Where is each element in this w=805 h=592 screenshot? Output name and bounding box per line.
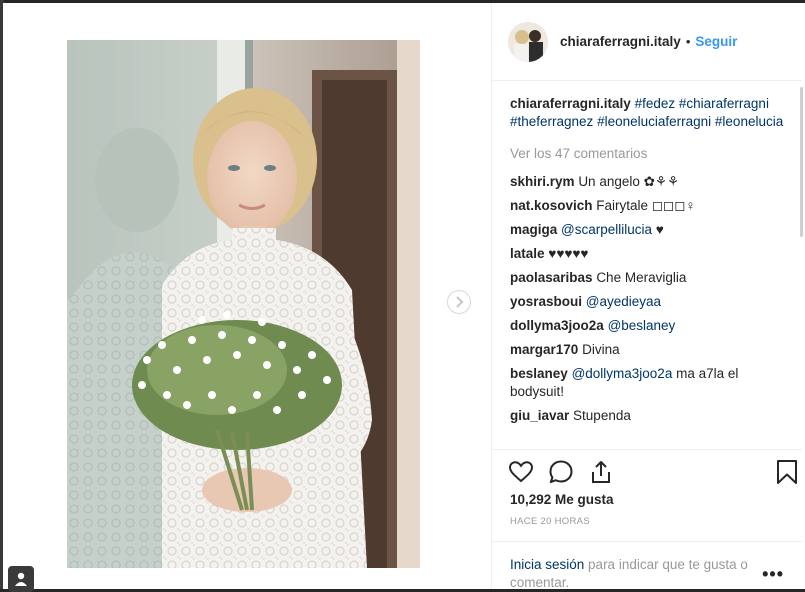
comment-username[interactable]: margar170 xyxy=(510,342,578,357)
comment-item: latale ♥♥♥♥♥ xyxy=(510,245,790,263)
login-link[interactable]: Inicia sesión xyxy=(510,557,584,572)
caption: chiaraferragni.italy #fedez #chiaraferra… xyxy=(510,95,790,131)
more-options-button[interactable]: ••• xyxy=(762,564,784,585)
comment-item: magiga @scarpellilucia ♥ xyxy=(510,221,790,239)
chevron-right-icon xyxy=(456,296,464,308)
comment-username[interactable]: paolasaribas xyxy=(510,270,593,285)
comment-text: ♥♥♥♥♥ xyxy=(548,246,589,261)
comment-mention[interactable]: @scarpellilucia xyxy=(561,222,652,237)
comment-icon[interactable] xyxy=(548,459,574,485)
post-modal: chiaraferragni.italy • Seguir chiaraferr… xyxy=(3,3,805,589)
header-username[interactable]: chiaraferragni.italy xyxy=(560,34,681,49)
comment-text: Un angelo ✿⚘⚘ xyxy=(578,174,680,189)
comment-text: Fairytale ◻◻◻♀ xyxy=(596,198,696,213)
profile-badge-icon[interactable] xyxy=(8,566,34,592)
post-photo[interactable] xyxy=(67,40,420,568)
action-bar xyxy=(492,449,802,489)
comment-mention[interactable]: @beslaney xyxy=(608,318,676,333)
comment-item: nat.kosovich Fairytale ◻◻◻♀ xyxy=(510,197,790,215)
hashtag[interactable]: #leonelucia xyxy=(715,114,783,129)
comments-list[interactable]: chiaraferragni.italy #fedez #chiaraferra… xyxy=(510,95,790,443)
view-all-comments-link[interactable]: Ver los 47 comentarios xyxy=(510,145,790,163)
caption-username[interactable]: chiaraferragni.italy xyxy=(510,96,631,111)
login-prompt: Inicia sesión para indicar que te gusta … xyxy=(492,541,802,589)
comment-username[interactable]: yosrasboui xyxy=(510,294,582,309)
comments-scrollbar[interactable] xyxy=(800,87,803,237)
hashtag[interactable]: #fedez xyxy=(635,96,676,111)
follow-button[interactable]: Seguir xyxy=(695,34,737,49)
login-prompt-text: Inicia sesión para indicar que te gusta … xyxy=(510,556,760,589)
comment-mention[interactable]: @ayedieyaa xyxy=(586,294,661,309)
comment-username[interactable]: latale xyxy=(510,246,545,261)
avatar[interactable] xyxy=(508,21,548,62)
post-header: chiaraferragni.italy • Seguir xyxy=(492,3,802,81)
heart-icon[interactable] xyxy=(508,459,534,485)
share-icon[interactable] xyxy=(588,459,614,485)
post-sidebar: chiaraferragni.italy • Seguir chiaraferr… xyxy=(491,3,805,589)
comment-username[interactable]: dollyma3joo2a xyxy=(510,318,604,333)
hashtag[interactable]: #chiaraferragni xyxy=(679,96,769,111)
comment-text: ♥ xyxy=(655,222,664,237)
comment-item: yosrasboui @ayedieyaa xyxy=(510,293,790,311)
avatar-image xyxy=(508,21,548,62)
comment-mention[interactable]: @dollyma3joo2a xyxy=(572,366,673,381)
comment-username[interactable]: beslaney xyxy=(510,366,568,381)
comment-item: giu_iavar Stupenda xyxy=(510,407,790,425)
comment-text: Stupenda xyxy=(573,408,631,423)
bookmark-icon[interactable] xyxy=(774,459,800,485)
comment-text: Divina xyxy=(582,342,620,357)
comment-item: margar170 Divina xyxy=(510,341,790,359)
post-timestamp[interactable]: HACE 20 HORAS xyxy=(510,516,590,527)
hashtag[interactable]: #theferragnez xyxy=(510,114,593,129)
comment-item: paolasaribas Che Meraviglia xyxy=(510,269,790,287)
likes-count[interactable]: 10,292 Me gusta xyxy=(510,492,614,507)
photo-area xyxy=(3,3,491,589)
next-photo-button[interactable] xyxy=(447,290,471,314)
comment-username[interactable]: giu_iavar xyxy=(510,408,569,423)
hashtag[interactable]: #leoneluciaferragni xyxy=(597,114,711,129)
comment-username[interactable]: magiga xyxy=(510,222,557,237)
header-separator: • xyxy=(685,34,691,49)
comment-username[interactable]: nat.kosovich xyxy=(510,198,593,213)
comment-text: Che Meraviglia xyxy=(596,270,687,285)
comment-item: dollyma3joo2a @beslaney xyxy=(510,317,790,335)
comment-item: beslaney @dollyma3joo2a ma a7la el bodys… xyxy=(510,365,790,401)
bride-photo-illustration xyxy=(67,40,420,568)
user-icon xyxy=(15,572,27,586)
comment-username[interactable]: skhiri.rym xyxy=(510,174,575,189)
comment-item: skhiri.rym Un angelo ✿⚘⚘ xyxy=(510,173,790,191)
